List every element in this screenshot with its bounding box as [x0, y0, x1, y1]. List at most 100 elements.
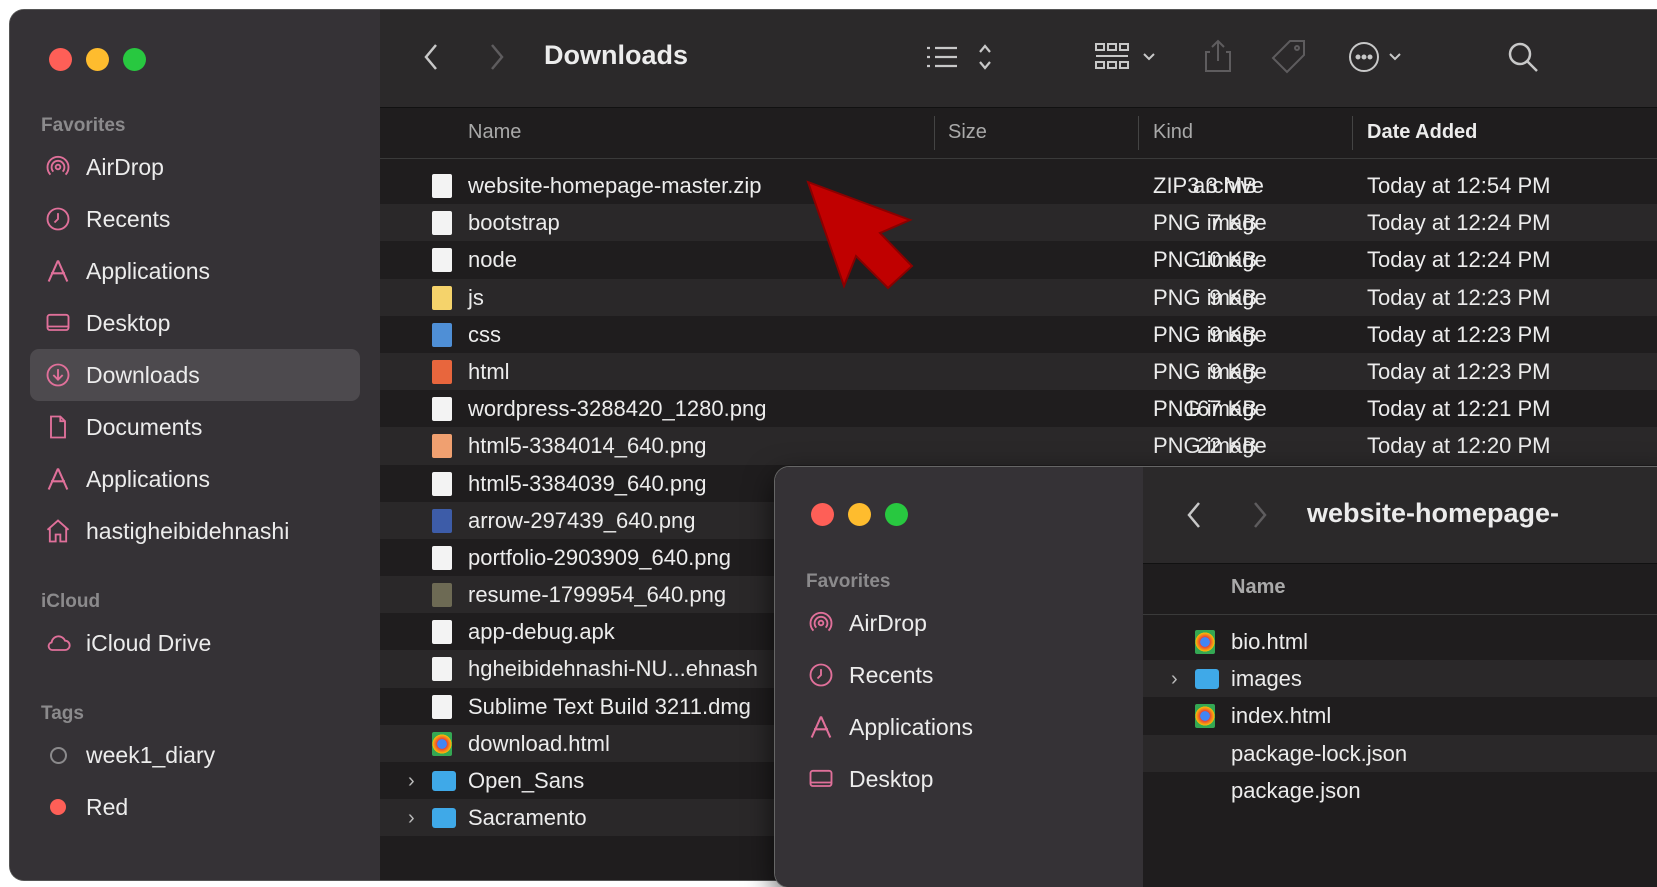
- sidebar-item-home[interactable]: hastigheibidehnashi: [30, 505, 360, 557]
- search-icon[interactable]: [1506, 40, 1540, 74]
- document-icon: [432, 657, 452, 682]
- group-view-icon[interactable]: [1094, 40, 1164, 74]
- favorites-heading: Favorites: [806, 571, 891, 592]
- sidebar-item-icloud-drive[interactable]: iCloud Drive: [30, 617, 360, 669]
- sidebar-item-desktop[interactable]: Desktop: [30, 297, 360, 349]
- file-name: hgheibidehnashi-NU...ehnash: [468, 656, 758, 682]
- file-name: css: [468, 321, 501, 347]
- image-icon: [432, 397, 452, 422]
- name-column-header[interactable]: Name: [1231, 576, 1285, 599]
- file-date: Today at 12:20 PM: [1367, 433, 1551, 459]
- file-name: wordpress-3288420_1280.png: [468, 396, 767, 422]
- column-divider[interactable]: [1138, 116, 1139, 150]
- file-row[interactable]: package.json: [1143, 772, 1657, 809]
- file-row[interactable]: bio.html: [1143, 623, 1657, 660]
- forward-button[interactable]: [488, 42, 506, 72]
- file-date: Today at 12:23 PM: [1367, 358, 1551, 384]
- disclosure-chevron-icon[interactable]: ›: [408, 770, 415, 793]
- sidebar-item-applications[interactable]: Applications: [793, 701, 1123, 753]
- sidebar-item-airdrop[interactable]: AirDrop: [30, 141, 360, 193]
- sidebar-item-label: Recents: [849, 661, 934, 688]
- sidebar-item-recents[interactable]: Recents: [30, 193, 360, 245]
- sidebar-item-applications[interactable]: Applications: [30, 245, 360, 297]
- sidebar-item-desktop[interactable]: Desktop: [793, 753, 1123, 805]
- size-column-header[interactable]: Size: [948, 121, 987, 144]
- image-icon: [432, 434, 452, 459]
- tag-week1-diary[interactable]: week1_diary: [30, 729, 360, 781]
- sidebar-item-airdrop[interactable]: AirDrop: [793, 597, 1123, 649]
- name-column-header[interactable]: Name: [468, 121, 521, 144]
- file-row[interactable]: › images: [1143, 660, 1657, 698]
- tag-red[interactable]: Red: [30, 781, 360, 833]
- disk-image-icon: [432, 694, 452, 719]
- forward-button[interactable]: [1251, 500, 1269, 530]
- disclosure-chevron-icon[interactable]: ›: [1171, 668, 1178, 691]
- share-icon[interactable]: [1202, 38, 1234, 74]
- image-icon: [432, 471, 452, 496]
- zoom-button[interactable]: [885, 503, 908, 526]
- file-name: website-homepage-master.zip: [468, 173, 762, 198]
- sidebar-item-downloads[interactable]: Downloads: [30, 349, 360, 401]
- sidebar-item-label: Recents: [86, 205, 171, 232]
- file-date: Today at 12:23 PM: [1367, 321, 1551, 347]
- tag-icon[interactable]: [1270, 38, 1308, 74]
- close-button[interactable]: [49, 48, 72, 71]
- applications-icon: [30, 465, 86, 493]
- file-row[interactable]: bootstrap 7 KB PNG image Today at 12:24 PM: [380, 204, 1657, 242]
- file-name: arrow-297439_640.png: [468, 507, 696, 533]
- file-row[interactable]: css 9 KB PNG image Today at 12:23 PM: [380, 316, 1657, 353]
- file-name: Sacramento: [468, 805, 587, 831]
- close-button[interactable]: [811, 503, 834, 526]
- download-icon: [30, 361, 86, 389]
- back-button[interactable]: [1185, 500, 1203, 530]
- file-row[interactable]: node 10 KB PNG image Today at 12:24 PM: [380, 241, 1657, 278]
- cloud-icon: [30, 629, 86, 657]
- list-view-icon[interactable]: [925, 42, 995, 72]
- sidebar-item-documents[interactable]: Documents: [30, 401, 360, 453]
- window-title: Downloads: [544, 40, 689, 70]
- document-icon: [432, 620, 452, 645]
- column-divider[interactable]: [934, 116, 935, 150]
- file-name: package.json: [1231, 777, 1361, 803]
- kind-column-header[interactable]: Kind: [1153, 121, 1193, 144]
- tags-heading: Tags: [41, 703, 84, 724]
- file-date: Today at 12:54 PM: [1367, 173, 1551, 198]
- file-date: Today at 12:24 PM: [1367, 247, 1551, 273]
- zip-icon: [432, 174, 452, 198]
- file-kind: ZIP archive: [1153, 173, 1264, 198]
- file-kind: PNG image: [1153, 284, 1267, 310]
- date-added-column-header[interactable]: Date Added: [1367, 121, 1477, 144]
- zoom-button[interactable]: [123, 48, 146, 71]
- file-name: app-debug.apk: [468, 619, 615, 645]
- minimize-button[interactable]: [86, 48, 109, 71]
- file-row[interactable]: website-homepage-master.zip 3.3 MB ZIP arc…: [380, 167, 1657, 204]
- chrome-html-icon: [1195, 630, 1215, 654]
- toolbar-2: website-homepage-: [1143, 467, 1657, 564]
- airdrop-icon: [793, 609, 849, 637]
- annotation-arrow-icon: [806, 180, 914, 290]
- file-row[interactable]: js 9 KB PNG image Today at 12:23 PM: [380, 278, 1657, 316]
- file-name: Sublime Text Build 3211.dmg: [468, 693, 751, 719]
- file-row[interactable]: html5-3384014_640.png 22 KB PNG image Today…: [380, 427, 1657, 465]
- sidebar-item-applications-2[interactable]: Applications: [30, 453, 360, 505]
- more-actions-icon[interactable]: [1348, 40, 1408, 74]
- file-name: html: [468, 358, 510, 384]
- desktop-icon: [30, 309, 86, 337]
- sidebar-item-recents[interactable]: Recents: [793, 649, 1123, 701]
- minimize-button[interactable]: [848, 503, 871, 526]
- airdrop-icon: [30, 153, 86, 181]
- tag-label: week1_diary: [86, 741, 216, 768]
- image-icon: [432, 322, 452, 347]
- file-row[interactable]: html 9 KB PNG image Today at 12:23 PM: [380, 352, 1657, 391]
- image-icon: [432, 248, 452, 273]
- file-row[interactable]: package-lock.json: [1143, 734, 1657, 772]
- image-icon: [432, 359, 452, 384]
- file-name: bio.html: [1231, 629, 1309, 654]
- back-button[interactable]: [422, 42, 440, 72]
- sidebar-item-label: AirDrop: [849, 609, 927, 636]
- file-row[interactable]: index.html: [1143, 697, 1657, 734]
- file-name: images: [1231, 666, 1302, 692]
- disclosure-chevron-icon[interactable]: ›: [408, 807, 415, 830]
- file-row[interactable]: wordpress-3288420_1280.png 167 KB PNG imag…: [380, 390, 1657, 427]
- column-divider[interactable]: [1352, 116, 1353, 150]
